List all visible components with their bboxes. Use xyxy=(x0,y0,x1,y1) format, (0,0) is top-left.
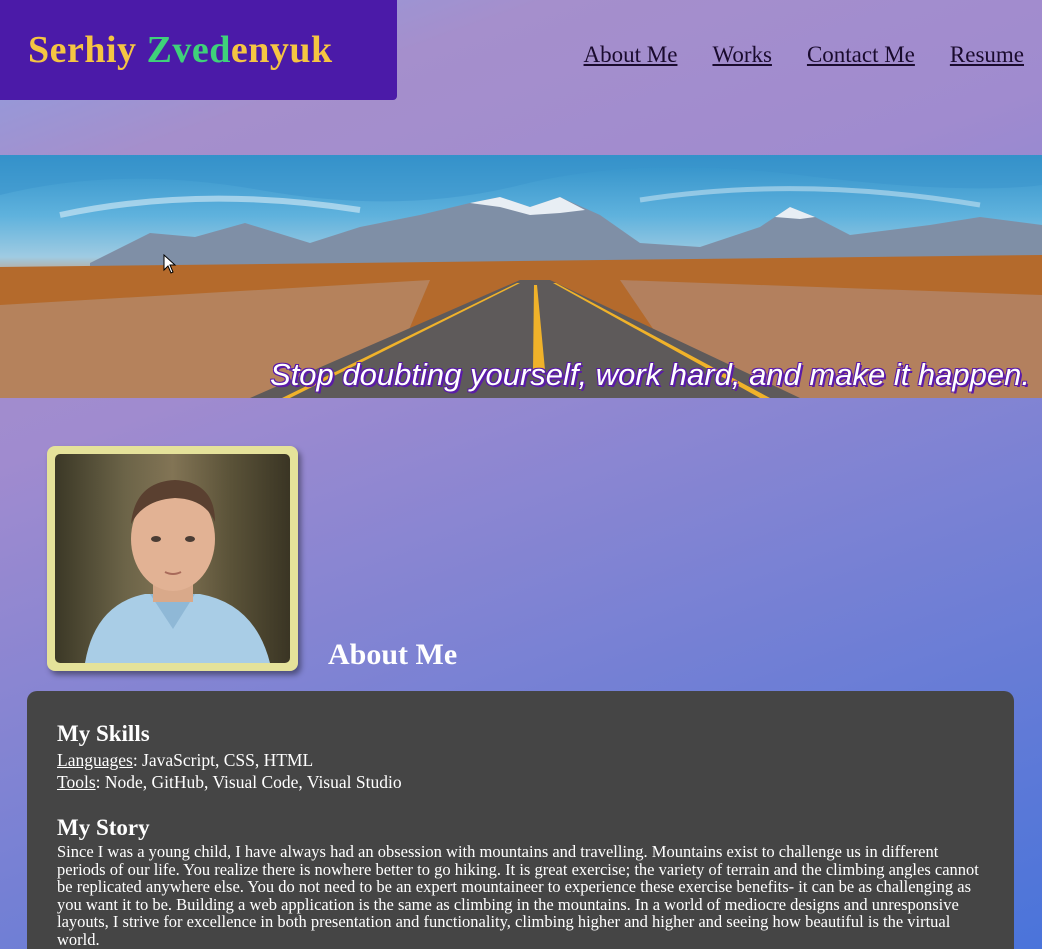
profile-photo xyxy=(55,454,290,663)
about-me-heading: About Me xyxy=(328,638,458,671)
nav-contact-me[interactable]: Contact Me xyxy=(807,42,915,68)
brand-last-name-b: enyuk xyxy=(230,29,333,71)
about-card: My Skills Languages: JavaScript, CSS, HT… xyxy=(27,691,1014,949)
languages-row: Languages: JavaScript, CSS, HTML xyxy=(57,749,984,771)
brand-first-name: Serhiy xyxy=(28,29,137,71)
nav-about-me[interactable]: About Me xyxy=(584,42,678,68)
story-title: My Story xyxy=(57,815,150,840)
tools-row: Tools: Node, GitHub, Visual Code, Visual… xyxy=(57,771,984,793)
skills-title: My Skills xyxy=(57,721,150,746)
tools-label: Tools xyxy=(57,772,96,792)
story-text: Since I was a young child, I have always… xyxy=(57,842,979,949)
mouse-cursor-icon xyxy=(163,254,177,274)
languages-label: Languages xyxy=(57,750,133,770)
site-brand[interactable]: Serhiy Zved enyuk xyxy=(0,0,397,100)
profile-photo-frame xyxy=(47,446,298,671)
nav-resume[interactable]: Resume xyxy=(950,42,1024,68)
nav-works[interactable]: Works xyxy=(712,42,771,68)
tools-value: : Node, GitHub, Visual Code, Visual Stud… xyxy=(95,772,402,792)
hero-banner: Stop doubting yourself, work hard, and m… xyxy=(0,155,1042,398)
hero-tagline: Stop doubting yourself, work hard, and m… xyxy=(270,357,1030,392)
languages-value: : JavaScript, CSS, HTML xyxy=(132,750,314,770)
main-nav: About Me Works Contact Me Resume xyxy=(584,42,1024,68)
site-header: Serhiy Zved enyuk About Me Works Contact … xyxy=(0,0,1042,155)
profile-person-image xyxy=(85,480,270,663)
brand-last-name-a: Zved xyxy=(146,29,231,71)
